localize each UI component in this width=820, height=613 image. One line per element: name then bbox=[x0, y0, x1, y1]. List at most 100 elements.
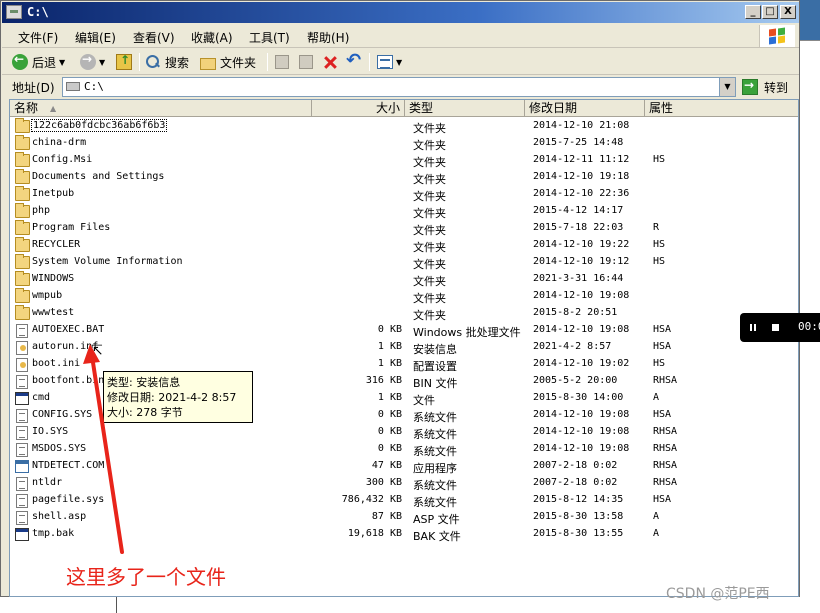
windows-logo-icon bbox=[759, 25, 795, 47]
copy-to-button[interactable] bbox=[299, 52, 313, 72]
file-row[interactable]: php 文件夹 2015-4-12 14:17 bbox=[10, 203, 798, 220]
undo-button[interactable] bbox=[346, 50, 362, 72]
file-type: Windows 批处理文件 bbox=[413, 326, 521, 339]
file-attributes: A bbox=[653, 392, 660, 403]
file-row[interactable]: Inetpub 文件夹 2014-12-10 22:36 bbox=[10, 186, 798, 203]
file-row[interactable]: autorun.inf 1 KB 安装信息 2021-4-2 8:57 HSA bbox=[10, 339, 798, 356]
file-row[interactable]: Program Files 文件夹 2015-7-18 22:03 R bbox=[10, 220, 798, 237]
file-row[interactable]: china-drm 文件夹 2015-7-25 14:48 bbox=[10, 135, 798, 152]
system-file-icon bbox=[16, 375, 28, 389]
file-row[interactable]: pagefile.sys 786,432 KB 系统文件 2015-8-12 14:3… bbox=[10, 492, 798, 509]
file-type: 系统文件 bbox=[413, 411, 457, 424]
file-name: php bbox=[32, 205, 51, 216]
file-size: 0 KB bbox=[377, 324, 402, 335]
file-size: 0 KB bbox=[377, 426, 402, 437]
system-file-icon bbox=[16, 477, 28, 491]
menu-file[interactable]: 文件(F) bbox=[18, 29, 58, 46]
pause-icon[interactable] bbox=[750, 324, 756, 331]
column-name[interactable]: 名称 ▲ bbox=[10, 100, 312, 117]
column-date[interactable]: 修改日期 bbox=[525, 100, 645, 117]
file-row[interactable]: 122c6ab0fdcbc36ab6f6b3 文件夹 2014-12-10 21:0… bbox=[10, 118, 798, 135]
column-date-label: 修改日期 bbox=[529, 101, 578, 115]
application-icon bbox=[15, 460, 29, 473]
desktop-divider bbox=[116, 597, 117, 613]
file-row[interactable]: Config.Msi 文件夹 2014-12-11 11:12 HS bbox=[10, 152, 798, 169]
file-row[interactable]: ntldr 300 KB 系统文件 2007-2-18 0:02 RHSA bbox=[10, 475, 798, 492]
menu-view[interactable]: 查看(V) bbox=[133, 29, 175, 46]
forward-button[interactable]: ▼ bbox=[80, 52, 105, 72]
menu-edit[interactable]: 编辑(E) bbox=[75, 29, 116, 46]
minimize-button[interactable]: _ bbox=[745, 5, 761, 19]
file-name: AUTOEXEC.BAT bbox=[32, 324, 105, 335]
delete-icon bbox=[322, 54, 338, 70]
file-row[interactable]: wmpub 文件夹 2014-12-10 19:08 bbox=[10, 288, 798, 305]
menu-tools[interactable]: 工具(T) bbox=[249, 29, 290, 46]
column-size-label: 大小 bbox=[375, 101, 400, 115]
search-icon bbox=[145, 54, 161, 70]
chevron-down-icon[interactable]: ▼ bbox=[59, 58, 65, 67]
file-row[interactable]: AUTOEXEC.BAT 0 KB Windows 批处理文件 2014-12-10 … bbox=[10, 322, 798, 339]
file-name: CONFIG.SYS bbox=[32, 409, 93, 420]
mouse-cursor-icon: ⇱ bbox=[91, 343, 103, 359]
file-type: 文件夹 bbox=[413, 173, 446, 186]
file-list[interactable]: 名称 ▲ 大小 类型 修改日期 属性 122c6ab0fdcbc36ab6f6b… bbox=[9, 99, 799, 597]
explorer-window: C:\ _ □ X 文件(F) 编辑(E) 查看(V) 收藏(A) 工具(T) … bbox=[0, 0, 800, 597]
file-row[interactable]: wwwtest 文件夹 2015-8-2 20:51 bbox=[10, 305, 798, 322]
address-input[interactable]: C:\ ▼ bbox=[62, 77, 736, 97]
media-time: 00:0 bbox=[798, 320, 820, 333]
file-attributes: HS bbox=[653, 154, 666, 165]
up-folder-button[interactable] bbox=[116, 52, 132, 72]
delete-button[interactable] bbox=[322, 52, 338, 72]
folders-button[interactable]: 文件夹 bbox=[200, 52, 256, 72]
title-bar[interactable]: C:\ _ □ X bbox=[2, 2, 799, 23]
toolbar-separator bbox=[369, 53, 370, 71]
column-attributes[interactable]: 属性 bbox=[645, 100, 798, 117]
back-button[interactable]: 后退 ▼ bbox=[12, 52, 65, 72]
menu-favorites[interactable]: 收藏(A) bbox=[191, 29, 233, 46]
menu-help[interactable]: 帮助(H) bbox=[307, 29, 349, 46]
views-button[interactable]: ▼ bbox=[377, 52, 402, 72]
folder-icon bbox=[15, 186, 30, 201]
file-row[interactable]: NTDETECT.COM 47 KB 应用程序 2007-2-18 0:02 RHSA bbox=[10, 458, 798, 475]
file-type: 文件夹 bbox=[413, 241, 446, 254]
go-label: 转到 bbox=[764, 80, 789, 95]
move-to-button[interactable] bbox=[275, 52, 289, 72]
chevron-down-icon[interactable]: ▼ bbox=[99, 58, 105, 67]
views-icon bbox=[377, 55, 393, 69]
file-row[interactable]: Documents and Settings 文件夹 2014-12-10 19:1… bbox=[10, 169, 798, 186]
file-type: 文件夹 bbox=[413, 156, 446, 169]
file-row[interactable]: WINDOWS 文件夹 2021-3-31 16:44 bbox=[10, 271, 798, 288]
file-row[interactable]: MSDOS.SYS 0 KB 系统文件 2014-12-10 19:08 RHSA bbox=[10, 441, 798, 458]
address-value[interactable]: C:\ bbox=[84, 80, 104, 93]
go-button[interactable]: 转到 bbox=[742, 77, 788, 97]
file-attributes: RHSA bbox=[653, 443, 678, 454]
column-size[interactable]: 大小 bbox=[312, 100, 405, 117]
maximize-button[interactable]: □ bbox=[762, 5, 778, 19]
file-row[interactable]: tmp.bak 19,618 KB BAK 文件 2015-8-30 13:55 A bbox=[10, 526, 798, 543]
file-size: 47 KB bbox=[371, 460, 402, 471]
file-row[interactable]: RECYCLER 文件夹 2014-12-10 19:22 HS bbox=[10, 237, 798, 254]
file-type: BIN 文件 bbox=[413, 377, 458, 390]
file-date: 2014-12-10 19:12 bbox=[533, 256, 630, 267]
menu-bar: 文件(F) 编辑(E) 查看(V) 收藏(A) 工具(T) 帮助(H) bbox=[2, 24, 799, 48]
tooltip-date: 修改日期: 2021-4-2 8:57 bbox=[107, 391, 237, 404]
annotation-text: 这里多了一个文件 bbox=[66, 565, 226, 589]
file-row[interactable]: IO.SYS 0 KB 系统文件 2014-12-10 19:08 RHSA bbox=[10, 424, 798, 441]
file-type: 文件夹 bbox=[413, 292, 446, 305]
chevron-down-icon[interactable]: ▼ bbox=[396, 58, 402, 67]
column-type[interactable]: 类型 bbox=[405, 100, 525, 117]
file-name: Inetpub bbox=[32, 188, 75, 199]
file-type: 文件夹 bbox=[413, 275, 446, 288]
file-row[interactable]: System Volume Information 文件夹 2014-12-10 1… bbox=[10, 254, 798, 271]
close-button[interactable]: X bbox=[780, 5, 796, 19]
search-button[interactable]: 搜索 bbox=[145, 52, 189, 72]
chevron-down-icon[interactable]: ▼ bbox=[719, 78, 735, 96]
move-to-icon bbox=[275, 55, 289, 69]
file-date: 2014-12-10 19:18 bbox=[533, 171, 630, 182]
drive-icon bbox=[6, 5, 22, 19]
file-row[interactable]: shell.asp 87 KB ASP 文件 2015-8-30 13:58 A bbox=[10, 509, 798, 526]
system-file-icon bbox=[16, 494, 28, 508]
file-name: 122c6ab0fdcbc36ab6f6b3 bbox=[30, 119, 168, 132]
stop-icon[interactable] bbox=[772, 324, 779, 331]
folder-icon bbox=[15, 305, 30, 320]
